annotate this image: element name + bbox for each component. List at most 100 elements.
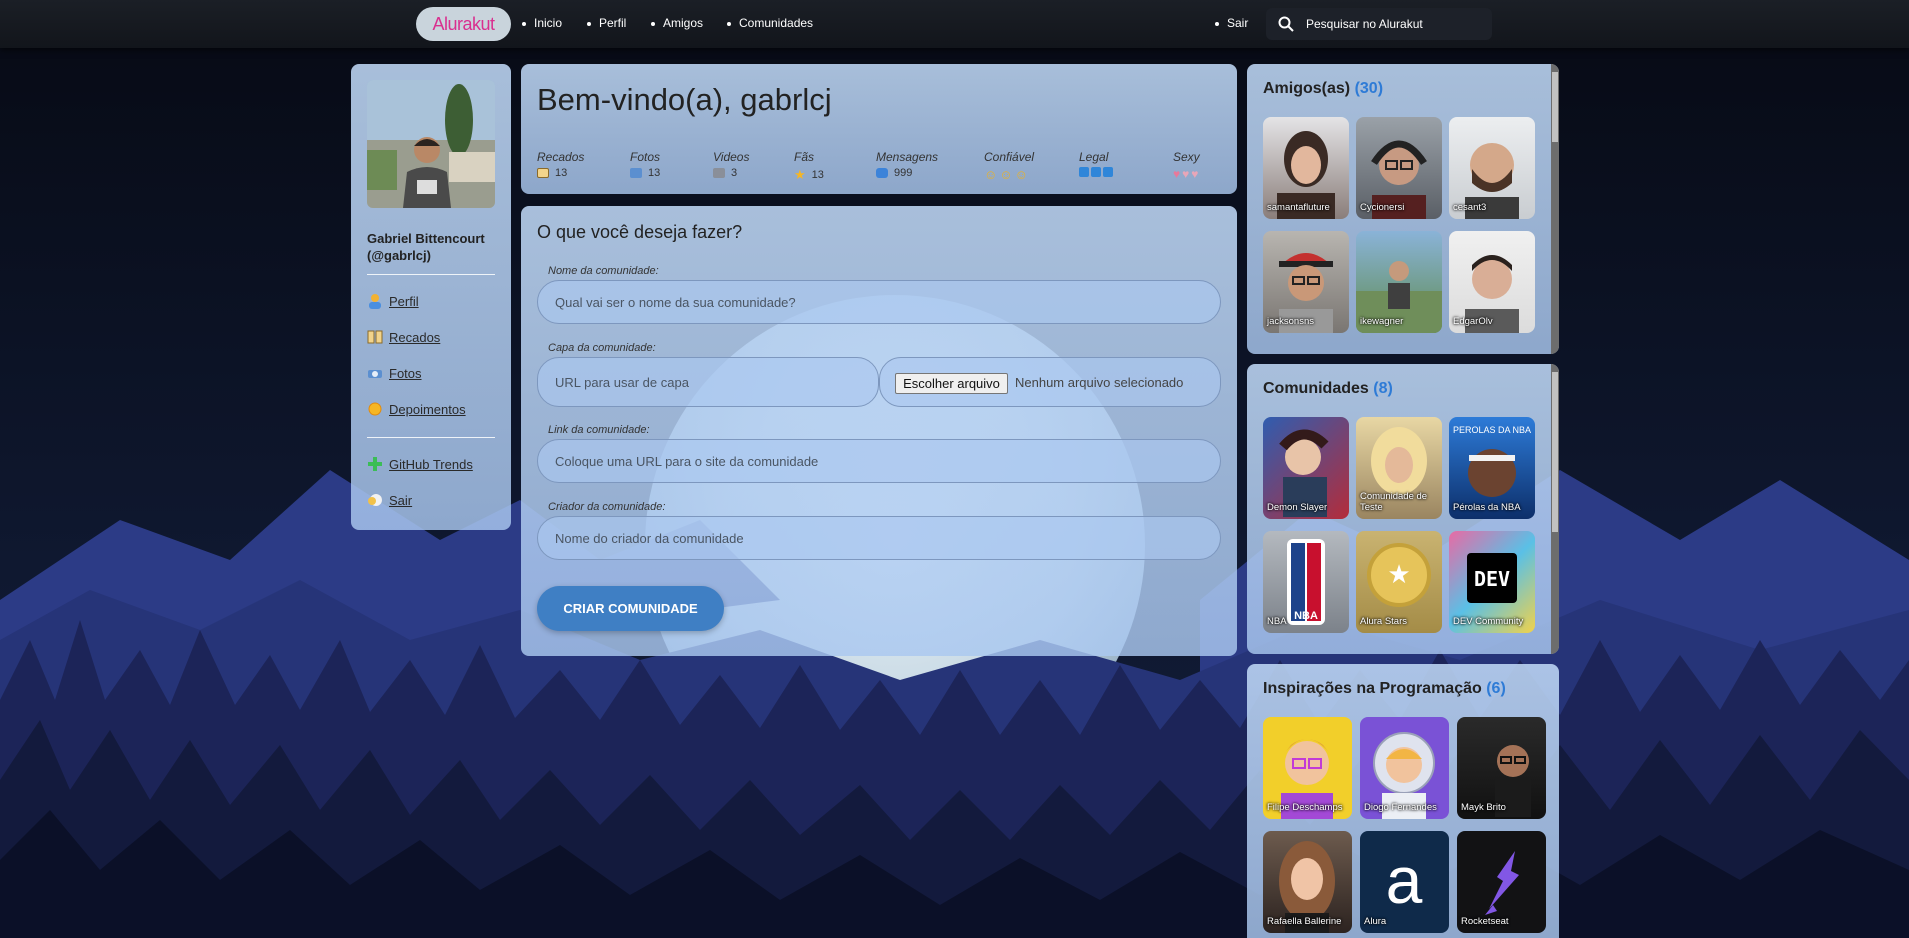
community-card[interactable]: NBA NBA [1263, 531, 1349, 633]
sidebar-item-label: Fotos [389, 365, 422, 381]
cover-file-picker: Escolher arquivo Nenhum arquivo selecion… [879, 357, 1221, 407]
stat-label: Sexy [1173, 150, 1200, 164]
svg-text:DEV: DEV [1474, 567, 1510, 591]
friend-card[interactable]: cesant3 [1449, 117, 1535, 219]
friend-card[interactable]: EdgarOlv [1449, 231, 1535, 333]
communities-box: Comunidades (8) Demon Slayer Comunidade … [1247, 364, 1559, 654]
alurakut-logo[interactable]: Alurakut [416, 7, 511, 41]
sidebar-item-depoimentos[interactable]: Depoimentos [367, 391, 495, 427]
nav-sair[interactable]: Sair [1215, 16, 1248, 30]
search-input[interactable] [1306, 14, 1486, 34]
nav-comunidades[interactable]: Comunidades [727, 16, 813, 30]
friend-name: samantafluture [1267, 202, 1330, 213]
community-creator-input[interactable] [537, 516, 1221, 560]
friends-scrollbar[interactable] [1551, 64, 1559, 354]
friend-name: Cycionersi [1360, 202, 1405, 213]
friends-grid: samantafluture Cycionersi cesant3 jackso… [1263, 117, 1535, 333]
community-cover-label: Capa da comunidade: [548, 342, 656, 354]
scrollbar-thumb[interactable] [1552, 372, 1558, 532]
inspiration-name: Filipe Deschamps [1267, 802, 1343, 813]
smiley-icons: ☺ ☺ ☺ [984, 167, 1028, 182]
inspiration-card[interactable]: a Alura [1360, 831, 1449, 933]
sidebar-item-github-trends[interactable]: GitHub Trends [367, 446, 495, 482]
community-card[interactable]: DEV DEV Community [1449, 531, 1535, 633]
friend-card[interactable]: ikewagner [1356, 231, 1442, 333]
community-card[interactable]: Comunidade de Teste [1356, 417, 1442, 519]
svg-text:PEROLAS DA NBA: PEROLAS DA NBA [1453, 425, 1531, 435]
stat-mensagens[interactable]: Mensagens 999 [876, 150, 938, 179]
community-card[interactable]: ★ Alura Stars [1356, 531, 1442, 633]
nav-amigos[interactable]: Amigos [651, 16, 703, 30]
friend-name: ikewagner [1360, 316, 1404, 327]
inspiration-card[interactable]: Filipe Deschamps [1263, 717, 1352, 819]
community-name: Comunidade de Teste [1360, 491, 1428, 513]
stat-value: 3 [731, 167, 738, 179]
inspirations-count[interactable]: (6) [1486, 680, 1506, 697]
stat-label: Fotos [630, 150, 661, 164]
sidebar-item-perfil[interactable]: Perfil [367, 283, 495, 319]
create-community-button[interactable]: CRIAR COMUNIDADE [537, 586, 724, 631]
stat-fotos[interactable]: Fotos 13 [630, 150, 660, 179]
friends-heading[interactable]: Amigos(as) (30) [1263, 80, 1543, 98]
stat-label: Mensagens [876, 150, 939, 164]
nav-label: Comunidades [739, 16, 814, 30]
stat-label: Recados [537, 150, 585, 164]
community-card[interactable]: Demon Slayer [1263, 417, 1349, 519]
inspirations-box: Inspirações na Programação (6) Filipe De… [1247, 664, 1559, 938]
stat-fas[interactable]: Fãs ★ 13 [794, 150, 824, 183]
sidebar-item-recados[interactable]: Recados [367, 319, 495, 355]
communities-scrollbar[interactable] [1551, 364, 1559, 654]
community-cover-input[interactable] [537, 357, 879, 407]
community-link-input[interactable] [537, 439, 1221, 483]
divider [367, 437, 495, 438]
logout-icon [367, 492, 383, 508]
top-navbar: Alurakut Inicio Perfil Amigos Comunidade… [0, 0, 1909, 48]
stat-value: 13 [648, 167, 661, 179]
communities-heading[interactable]: Comunidades (8) [1263, 380, 1543, 398]
nav-perfil[interactable]: Perfil [587, 16, 626, 30]
community-name: Alura Stars [1360, 616, 1407, 627]
stat-videos[interactable]: Videos 3 [713, 150, 749, 179]
friend-card[interactable]: Cycionersi [1356, 117, 1442, 219]
stat-sexy: Sexy ♥ ♥ ♥ [1173, 150, 1200, 181]
nav-label: Perfil [599, 16, 627, 30]
inspirations-heading[interactable]: Inspirações na Programação (6) [1263, 680, 1543, 698]
friend-card[interactable]: samantafluture [1263, 117, 1349, 219]
inspirations-grid: Filipe Deschamps Diogo Fernandes Mayk Br… [1263, 717, 1546, 933]
sidebar-item-label: Perfil [389, 293, 419, 309]
mail-icon [876, 168, 888, 178]
profile-avatar[interactable] [367, 80, 495, 208]
stat-recados[interactable]: Recados 13 [537, 150, 584, 179]
communities-count[interactable]: (8) [1373, 380, 1393, 397]
friends-count[interactable]: (30) [1355, 80, 1383, 97]
community-card[interactable]: PEROLAS DA NBA Pérolas da NBA [1449, 417, 1535, 519]
friend-name: EdgarOlv [1453, 316, 1493, 327]
svg-text:★: ★ [1387, 560, 1410, 590]
profile-stats: Recados 13 Fotos 13 Videos 3 Fãs ★ 13 Men… [537, 150, 1221, 184]
sidebar-item-label: Sair [389, 492, 413, 508]
inspiration-card[interactable]: Diogo Fernandes [1360, 717, 1449, 819]
sidebar-item-fotos[interactable]: Fotos [367, 355, 495, 391]
inspiration-name: Rocketseat [1461, 916, 1509, 927]
sun-icon [367, 401, 383, 417]
community-name-input[interactable] [537, 280, 1221, 324]
choose-file-button[interactable]: Escolher arquivo [895, 373, 1008, 394]
inspiration-card[interactable]: Rafaella Ballerine [1263, 831, 1352, 933]
divider [367, 274, 495, 275]
profile-name: Gabriel Bittencourt (@gabrlcj) [367, 231, 485, 263]
communities-grid: Demon Slayer Comunidade de Teste PEROLAS… [1263, 417, 1535, 633]
inspiration-card[interactable]: Mayk Brito [1457, 717, 1546, 819]
communities-title: Comunidades [1263, 380, 1369, 397]
friend-card[interactable]: jacksonsns [1263, 231, 1349, 333]
sidebar-item-sair[interactable]: Sair [367, 482, 495, 518]
book-icon [537, 168, 549, 178]
inspiration-card[interactable]: Rocketseat [1457, 831, 1546, 933]
friends-box: Amigos(as) (30) samantafluture Cycioners… [1247, 64, 1559, 354]
scrollbar-thumb[interactable] [1552, 72, 1558, 142]
inspirations-title: Inspirações na Programação [1263, 680, 1482, 697]
welcome-box: Bem-vindo(a), gabrlcj Recados 13 Fotos 1… [521, 64, 1237, 194]
camera-icon [630, 168, 642, 178]
stat-value: 999 [894, 167, 913, 179]
stat-legal: Legal [1079, 150, 1113, 177]
nav-inicio[interactable]: Inicio [522, 16, 562, 30]
